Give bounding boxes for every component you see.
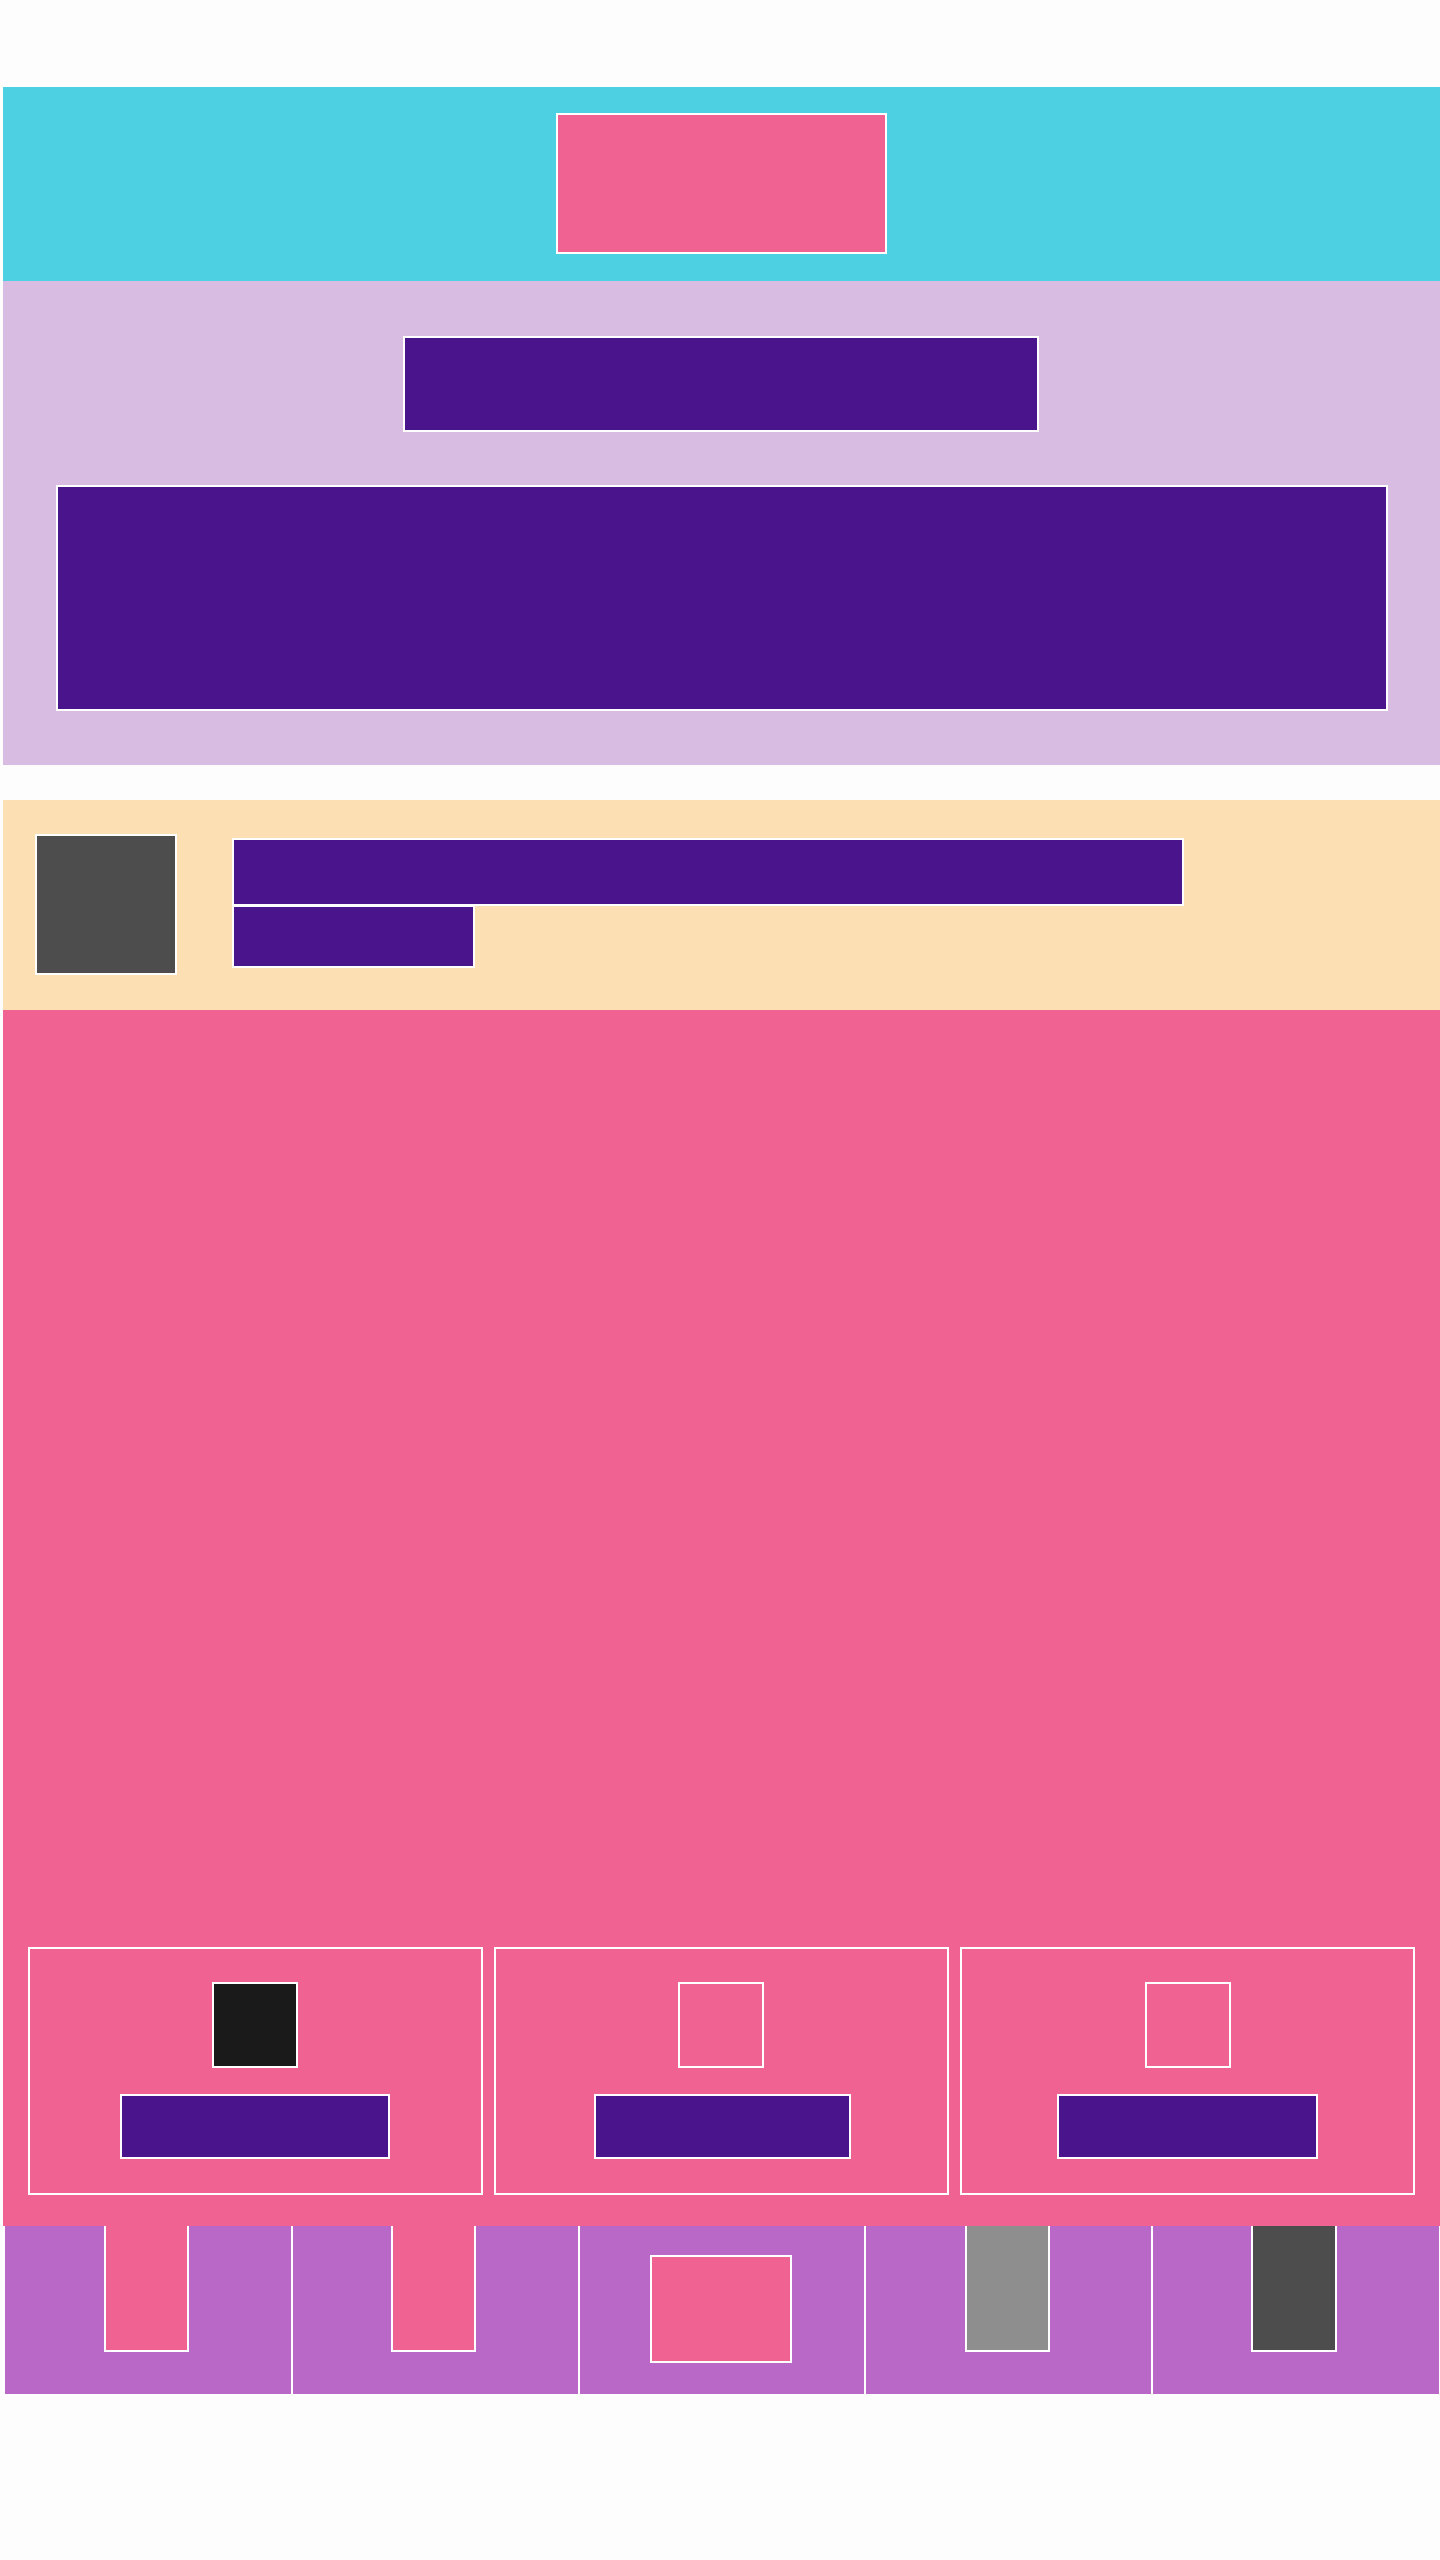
avatar[interactable] bbox=[35, 834, 177, 975]
logo-icon[interactable] bbox=[556, 113, 887, 254]
nav-divider bbox=[864, 2226, 866, 2394]
action-card-3-label bbox=[1057, 2094, 1318, 2159]
nav-tab-4-icon[interactable] bbox=[965, 2226, 1050, 2352]
action-card-1-label bbox=[120, 2094, 390, 2159]
action-card-2-label bbox=[594, 2094, 851, 2159]
filled-square-icon bbox=[212, 1982, 298, 2068]
hero-body-text bbox=[56, 485, 1388, 711]
outline-square-icon bbox=[1145, 1982, 1231, 2068]
nav-tab-5-icon[interactable] bbox=[1251, 2226, 1337, 2352]
outline-square-icon bbox=[678, 1982, 764, 2068]
nav-tab-2-icon[interactable] bbox=[391, 2226, 476, 2352]
nav-center-icon[interactable] bbox=[650, 2255, 792, 2363]
nav-divider bbox=[291, 2226, 293, 2394]
profile-subtitle bbox=[232, 905, 475, 968]
nav-divider bbox=[578, 2226, 580, 2394]
nav-divider bbox=[1151, 2226, 1153, 2394]
hero-title bbox=[403, 336, 1039, 432]
nav-tab-1-icon[interactable] bbox=[104, 2226, 189, 2352]
profile-name bbox=[232, 838, 1184, 906]
